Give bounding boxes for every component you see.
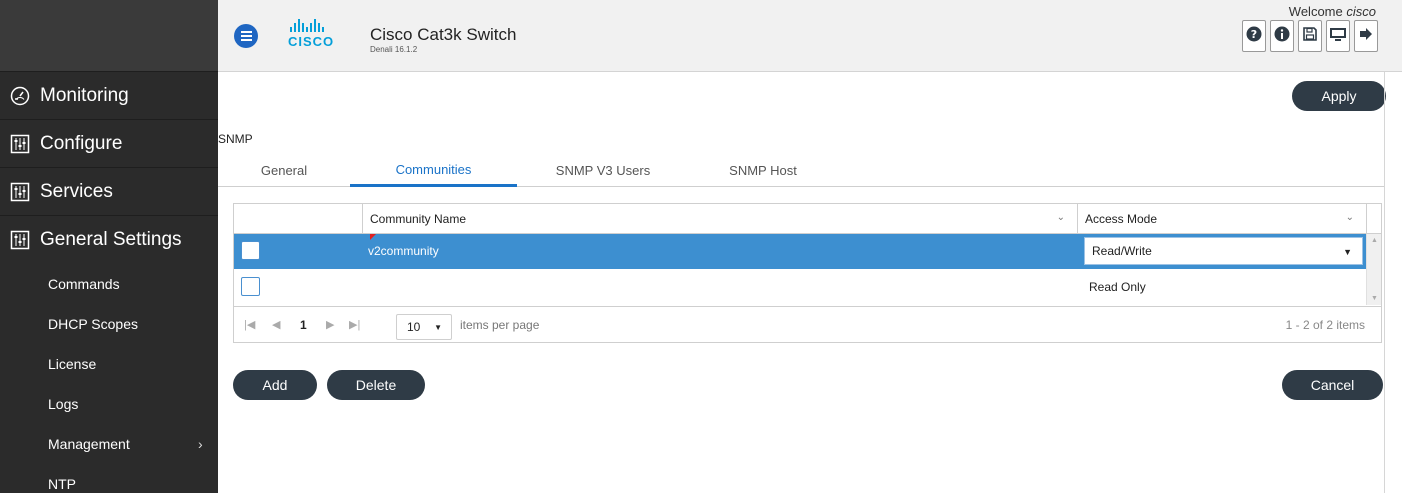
app-title: Cisco Cat3k Switch	[370, 25, 517, 44]
scroll-header-spacer	[1366, 204, 1381, 234]
cisco-logo-text: CISCO	[288, 34, 335, 49]
sidebar-item-general-settings[interactable]: General Settings	[0, 216, 218, 264]
communities-grid: Community Name ⌄ Access Mode ⌄ v2communi…	[233, 203, 1382, 343]
apply-button[interactable]: Apply	[1292, 81, 1386, 111]
logout-button[interactable]	[1354, 20, 1378, 52]
chevron-down-icon[interactable]: ⌄	[1057, 212, 1065, 223]
sidebar-subitem-management[interactable]: Management ›	[0, 424, 218, 464]
info-icon	[1274, 26, 1290, 47]
tab-general[interactable]: General	[243, 154, 325, 187]
sidebar-item-services[interactable]: Services	[0, 168, 218, 216]
logout-icon	[1358, 26, 1374, 47]
monitor-button[interactable]	[1326, 20, 1350, 52]
row-checkbox[interactable]	[241, 241, 260, 260]
page-size-value: 10	[407, 320, 421, 334]
page-scroll-edge	[1384, 72, 1385, 493]
last-page-icon[interactable]: ▶|	[349, 318, 360, 331]
app-version: Denali 16.1.2	[370, 45, 418, 54]
sidebar-subitem-dhcp-scopes[interactable]: DHCP Scopes	[0, 304, 218, 344]
hamburger-menu-icon[interactable]	[234, 24, 258, 48]
column-header-community-name[interactable]: Community Name ⌄	[362, 204, 1077, 234]
delete-button[interactable]: Delete	[327, 370, 425, 400]
next-page-icon[interactable]: ▶	[326, 318, 334, 331]
dropdown-arrow-icon: ▼	[434, 323, 442, 332]
sidebar-item-label: Services	[40, 180, 113, 202]
column-label: Community Name	[370, 212, 467, 226]
sidebar-subitem-label: Logs	[48, 396, 79, 412]
sidebar-item-monitoring[interactable]: Monitoring	[0, 72, 218, 120]
chevron-down-icon[interactable]: ⌄	[1346, 212, 1354, 223]
sidebar-subitem-ntp[interactable]: NTP	[0, 464, 218, 493]
access-mode-value: Read/Write	[1092, 244, 1152, 258]
grid-header: Community Name ⌄ Access Mode ⌄	[234, 204, 1381, 234]
save-button[interactable]	[1298, 20, 1322, 52]
help-icon: ?	[1246, 26, 1262, 47]
welcome-prefix: Welcome	[1288, 4, 1343, 19]
sidebar-subitem-label: NTP	[48, 476, 76, 492]
scroll-down-icon[interactable]: ▼	[1371, 295, 1378, 302]
header-toolbar: ?	[1242, 20, 1378, 52]
top-header: CISCO Cisco Cat3k Switch Denali 16.1.2 W…	[218, 0, 1402, 72]
scroll-up-icon[interactable]: ▲	[1371, 237, 1378, 244]
page-size-select[interactable]: 10 ▼	[396, 314, 452, 340]
gauge-icon	[10, 86, 30, 106]
cisco-logo-bars	[290, 19, 348, 32]
row-checkbox[interactable]	[241, 277, 260, 296]
dirty-cell-marker	[370, 234, 376, 240]
help-button[interactable]: ?	[1242, 20, 1266, 52]
cancel-button[interactable]: Cancel	[1282, 370, 1383, 400]
items-per-page-label: items per page	[460, 318, 540, 332]
sidebar-subitem-license[interactable]: License	[0, 344, 218, 384]
sliders-icon	[10, 182, 30, 202]
grid-pager: |◀ ◀ 1 ▶ ▶| 10 ▼ items per page 1 - 2 of…	[234, 306, 1381, 343]
monitor-icon	[1329, 26, 1347, 47]
add-button[interactable]: Add	[233, 370, 317, 400]
tab-bar: General Communities SNMP V3 Users SNMP H…	[218, 154, 1384, 187]
select-column-header	[234, 204, 362, 234]
section-title: SNMP	[218, 132, 253, 146]
welcome-text: Welcome cisco	[1289, 4, 1376, 19]
sidebar-item-label: Monitoring	[40, 84, 129, 106]
tab-communities[interactable]: Communities	[350, 154, 517, 187]
column-label: Access Mode	[1085, 212, 1158, 226]
sidebar-header	[0, 0, 218, 72]
general-settings-submenu: Commands DHCP Scopes License Logs Manage…	[0, 264, 218, 493]
dropdown-arrow-icon: ▼	[1343, 247, 1352, 257]
sidebar-item-label: Configure	[40, 132, 123, 154]
tab-snmp-host[interactable]: SNMP Host	[715, 154, 811, 187]
sliders-icon	[10, 134, 30, 154]
sidebar: Monitoring Configure Services General Se…	[0, 0, 218, 493]
welcome-user: cisco	[1346, 4, 1376, 19]
chevron-right-icon: ›	[198, 436, 203, 452]
table-row[interactable]: Read Only	[234, 270, 1366, 305]
tab-snmp-v3-users[interactable]: SNMP V3 Users	[543, 154, 663, 187]
save-icon	[1302, 26, 1318, 47]
sidebar-subitem-commands[interactable]: Commands	[0, 264, 218, 304]
sidebar-item-configure[interactable]: Configure	[0, 120, 218, 168]
sidebar-subitem-label: Commands	[48, 276, 120, 292]
access-mode-select[interactable]: Read/Write ▼	[1084, 237, 1363, 265]
svg-text:?: ?	[1251, 28, 1257, 41]
sidebar-subitem-label: Management	[48, 436, 130, 452]
info-button[interactable]	[1270, 20, 1294, 52]
sliders-icon	[10, 230, 30, 250]
sidebar-item-label: General Settings	[40, 229, 182, 250]
main-content: Apply SNMP General Communities SNMP V3 U…	[218, 72, 1386, 493]
sidebar-subitem-label: DHCP Scopes	[48, 316, 139, 332]
first-page-icon[interactable]: |◀	[244, 318, 255, 331]
grid-scrollbar[interactable]: ▲ ▼	[1366, 234, 1381, 305]
column-header-access-mode[interactable]: Access Mode ⌄	[1077, 204, 1366, 234]
sidebar-subitem-logs[interactable]: Logs	[0, 384, 218, 424]
community-name-cell[interactable]: v2community	[368, 244, 439, 258]
sidebar-subitem-label: License	[48, 356, 97, 372]
current-page[interactable]: 1	[300, 318, 307, 332]
table-row[interactable]: v2community Read/Write ▼	[234, 234, 1366, 269]
prev-page-icon[interactable]: ◀	[272, 318, 280, 331]
access-mode-cell[interactable]: Read Only	[1089, 280, 1146, 294]
item-count: 1 - 2 of 2 items	[1285, 318, 1365, 332]
cisco-logo: CISCO	[288, 19, 348, 51]
